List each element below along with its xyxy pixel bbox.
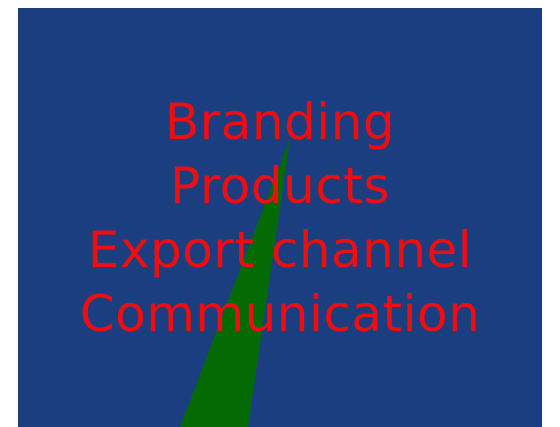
word-export-channel: Export channel xyxy=(87,221,473,279)
word-branding: Branding xyxy=(164,93,396,151)
word-products: Products xyxy=(170,157,390,215)
word-communication: Communication xyxy=(79,285,481,343)
word-list: Branding Products Export channel Communi… xyxy=(18,90,542,346)
slide-canvas: Branding Products Export channel Communi… xyxy=(18,8,542,427)
